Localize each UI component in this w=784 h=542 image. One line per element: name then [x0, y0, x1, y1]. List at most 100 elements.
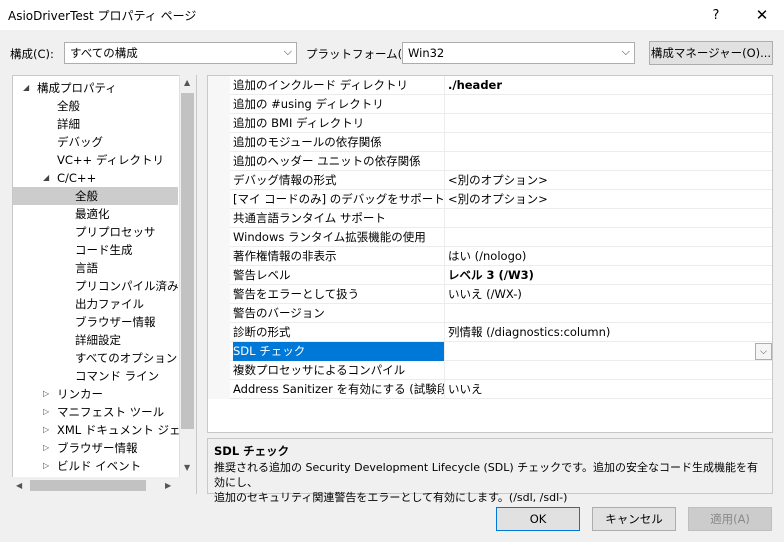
tree-item-label: リンカー [57, 387, 103, 401]
collapse-arrow-icon[interactable]: ▷ [43, 439, 49, 457]
property-value[interactable]: <別のオプション> [448, 171, 548, 190]
property-row[interactable]: 診断の形式 列情報 (/diagnostics:column) [208, 323, 772, 342]
help-button[interactable]: ? [694, 0, 738, 30]
property-grid[interactable]: 追加のインクルード ディレクトリ ./header 追加の #using ディレクト… [207, 75, 773, 433]
tree-item[interactable]: ◢ 構成プロパティ [13, 79, 178, 97]
property-name: 警告をエラーとして扱う [233, 285, 445, 304]
property-row[interactable]: 追加のヘッダー ユニットの依存関係 [208, 152, 772, 171]
scroll-left-arrow-icon[interactable]: ◀ [16, 481, 22, 490]
config-manager-button[interactable]: 構成マネージャー(O)... [649, 41, 773, 65]
config-dropdown[interactable]: すべての構成 ⌵ [64, 42, 297, 64]
collapse-arrow-icon[interactable]: ▷ [43, 421, 49, 439]
tree-item[interactable]: ▷ ブラウザー情報 [13, 439, 178, 457]
property-row[interactable]: 複数プロセッサによるコンパイル [208, 361, 772, 380]
property-row[interactable]: 警告レベル レベル 3 (/W3) [208, 266, 772, 285]
property-name: 追加のインクルード ディレクトリ [233, 76, 445, 95]
close-button[interactable]: ✕ [740, 0, 784, 30]
property-row[interactable]: Windows ランタイム拡張機能の使用 [208, 228, 772, 247]
value-dropdown-button[interactable]: ⌵ [755, 343, 772, 360]
property-row[interactable]: デバッグ情報の形式 <別のオプション> [208, 171, 772, 190]
property-row[interactable]: 著作権情報の非表示 はい (/nologo) [208, 247, 772, 266]
tree-item[interactable]: デバッグ [13, 133, 178, 151]
platform-dropdown-value: Win32 [408, 46, 445, 60]
tree-item[interactable]: プリプロセッサ [13, 223, 178, 241]
property-row[interactable]: 共通言語ランタイム サポート [208, 209, 772, 228]
tree-item-label: ビルド イベント [57, 459, 142, 473]
collapse-arrow-icon[interactable]: ▷ [43, 385, 49, 403]
tree-item-label: コマンド ライン [75, 369, 160, 383]
property-row[interactable]: 追加の BMI ディレクトリ [208, 114, 772, 133]
expand-arrow-icon[interactable]: ◢ [43, 169, 49, 187]
expand-arrow-icon[interactable]: ◢ [23, 79, 29, 97]
property-row[interactable]: 追加のインクルード ディレクトリ ./header [208, 76, 772, 95]
property-name: 追加の #using ディレクトリ [233, 95, 445, 114]
platform-label: プラットフォーム(P): [306, 47, 418, 61]
tree-item[interactable]: 全般 [13, 187, 178, 205]
property-row[interactable]: 追加の #using ディレクトリ [208, 95, 772, 114]
row-gutter [208, 114, 230, 133]
property-name: デバッグ情報の形式 [233, 171, 445, 190]
tree-item[interactable]: 出力ファイル [13, 295, 178, 313]
tree-item-label: プリプロセッサ [75, 225, 156, 239]
property-row[interactable]: 警告のバージョン [208, 304, 772, 323]
property-name: [マイ コードのみ] のデバッグをサポートする [233, 190, 445, 209]
tree-item[interactable]: VC++ ディレクトリ [13, 151, 178, 169]
row-gutter [208, 266, 230, 285]
scroll-right-arrow-icon[interactable]: ▶ [165, 481, 171, 490]
tree-item-label: 出力ファイル [75, 297, 144, 311]
tree-item[interactable]: ◢ C/C++ [13, 169, 178, 187]
property-value[interactable]: いいえ [448, 380, 483, 399]
property-name: 警告レベル [233, 266, 445, 285]
property-value[interactable]: いいえ (/WX-) [448, 285, 522, 304]
tree-horizontal-scroll-thumb[interactable] [30, 480, 146, 491]
tree-item[interactable]: 詳細 [13, 115, 178, 133]
property-name: 警告のバージョン [233, 304, 445, 323]
property-row[interactable]: Address Sanitizer を有効にする (試験段階 いいえ [208, 380, 772, 399]
cancel-button[interactable]: キャンセル [592, 507, 676, 531]
config-dropdown-value: すべての構成 [70, 46, 138, 60]
config-tree[interactable]: ◢ 構成プロパティ 全般 詳細 デバッグ VC++ ディレクトリ ◢ C/C++ 全般 最適化 プリ… [12, 75, 197, 494]
tree-item-label: 詳細 [57, 117, 80, 131]
property-name: Address Sanitizer を有効にする (試験段階 [233, 380, 445, 399]
tree-item[interactable]: ▷ ビルド イベント [13, 457, 178, 475]
property-value[interactable]: 列情報 (/diagnostics:column) [448, 323, 610, 342]
tree-item[interactable]: ▷ XML ドキュメント ジェネレー [13, 421, 196, 439]
row-gutter [208, 76, 230, 95]
tree-item[interactable]: コマンド ライン [13, 367, 178, 385]
tree-vertical-scroll-thumb[interactable] [181, 93, 194, 429]
property-value[interactable]: <別のオプション> [448, 190, 548, 209]
property-value[interactable]: ./header [448, 76, 502, 95]
tree-item[interactable]: 全般 [13, 97, 178, 115]
apply-button[interactable]: 適用(A) [688, 507, 772, 531]
row-gutter [208, 133, 230, 152]
tree-item[interactable]: コード生成 [13, 241, 178, 259]
row-gutter [208, 190, 230, 209]
tree-item-label: 詳細設定 [75, 333, 121, 347]
collapse-arrow-icon[interactable]: ▷ [43, 457, 49, 475]
property-row[interactable]: SDL チェック ⌵ [208, 342, 772, 361]
ok-button[interactable]: OK [496, 507, 580, 531]
property-name: 追加のヘッダー ユニットの依存関係 [233, 152, 445, 171]
property-row[interactable]: 警告をエラーとして扱う いいえ (/WX-) [208, 285, 772, 304]
scroll-up-arrow-icon[interactable]: ▲ [184, 78, 190, 87]
collapse-arrow-icon[interactable]: ▷ [43, 403, 49, 421]
property-row[interactable]: [マイ コードのみ] のデバッグをサポートする <別のオプション> [208, 190, 772, 209]
property-value[interactable]: はい (/nologo) [448, 247, 526, 266]
tree-item[interactable]: 最適化 [13, 205, 178, 223]
property-name: SDL チェック [233, 342, 445, 361]
property-name: 共通言語ランタイム サポート [233, 209, 445, 228]
tree-item[interactable]: ▷ リンカー [13, 385, 178, 403]
tree-item[interactable]: すべてのオプション [13, 349, 178, 367]
tree-item-label: 全般 [57, 99, 80, 113]
tree-item-label: 全般 [75, 189, 98, 203]
tree-item[interactable]: 詳細設定 [13, 331, 178, 349]
tree-item[interactable]: ブラウザー情報 [13, 313, 178, 331]
tree-item[interactable]: ▷ マニフェスト ツール [13, 403, 178, 421]
property-value[interactable]: レベル 3 (/W3) [448, 266, 534, 285]
property-row[interactable]: 追加のモジュールの依存関係 [208, 133, 772, 152]
scroll-down-arrow-icon[interactable]: ▼ [184, 463, 190, 472]
tree-item[interactable]: 言語 [13, 259, 178, 277]
row-gutter [208, 342, 230, 361]
tree-item[interactable]: プリコンパイル済みヘッ [13, 277, 196, 295]
platform-dropdown[interactable]: Win32 ⌵ [402, 42, 635, 64]
